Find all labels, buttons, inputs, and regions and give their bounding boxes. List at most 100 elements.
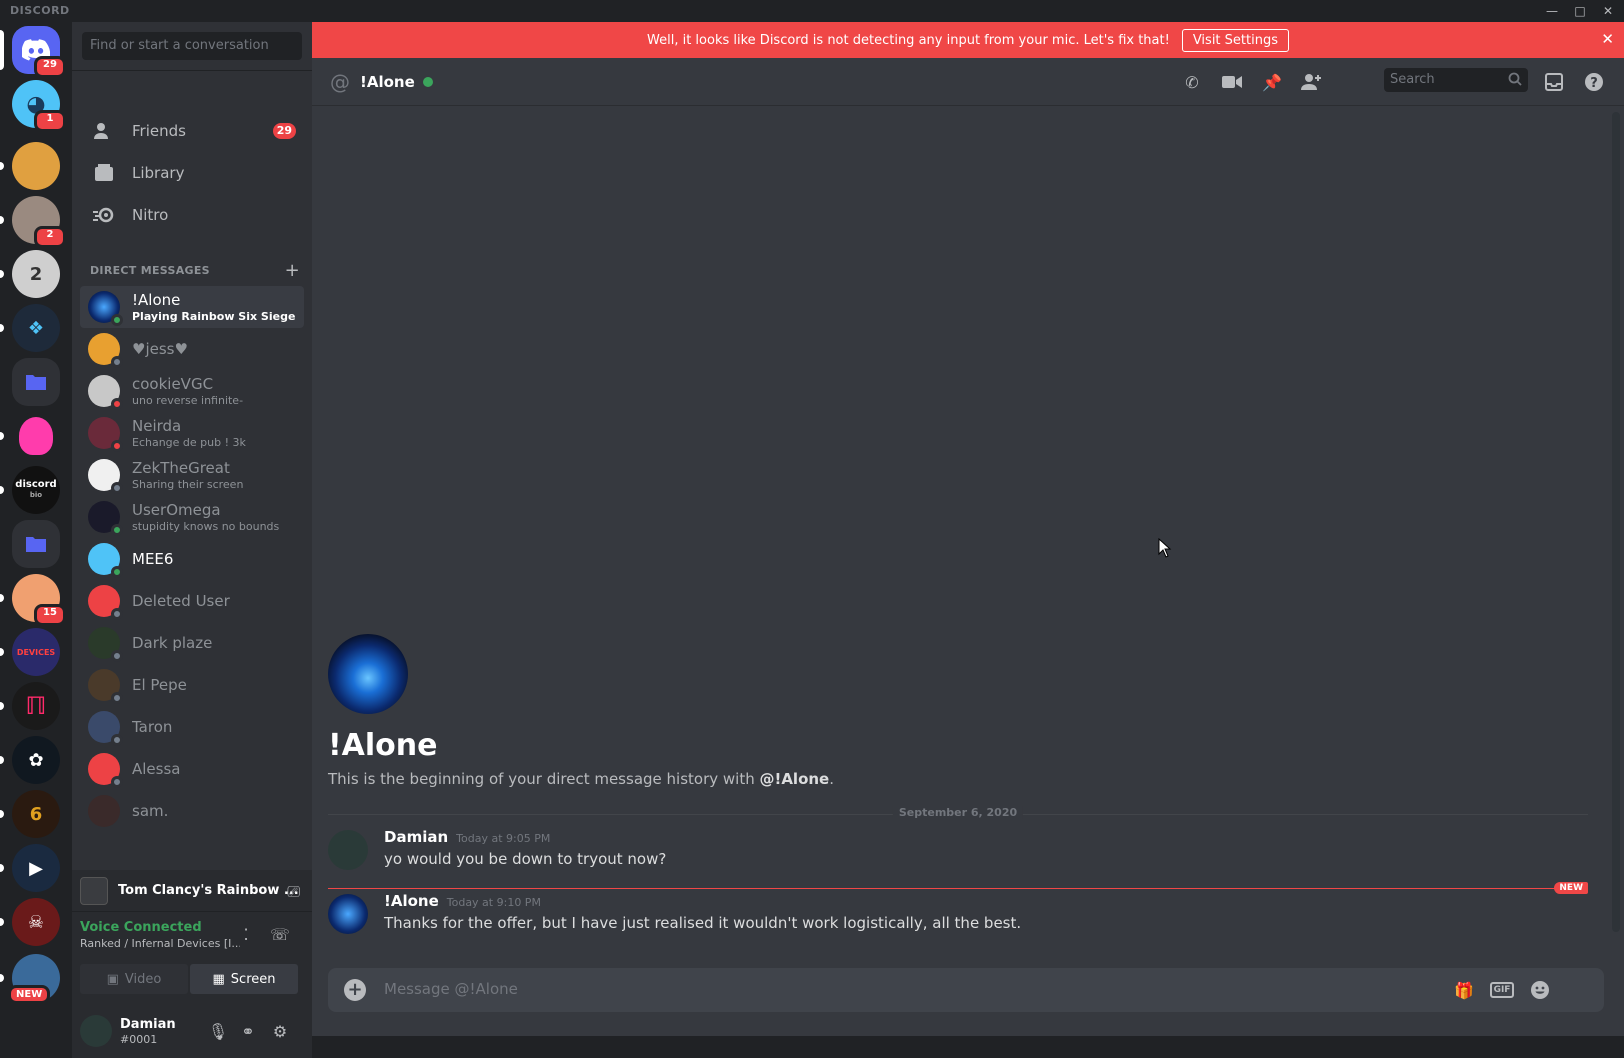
server-icon[interactable]: ✿ xyxy=(0,736,60,784)
voice-panel: Voice Connected Ranked / Infernal Device… xyxy=(72,912,312,1004)
title-bar: DISCORD — □ ✕ xyxy=(0,0,1624,22)
app-brand: DISCORD xyxy=(10,4,70,17)
dm-item[interactable]: MEE6 xyxy=(80,538,304,580)
dm-item[interactable]: cookieVGC uno reverse infinite- xyxy=(80,370,304,412)
dm-name: cookieVGC xyxy=(132,375,214,393)
dm-item[interactable]: Deleted User xyxy=(80,580,304,622)
message-text: yo would you be down to tryout now? xyxy=(384,850,667,868)
camera-icon: ▣ xyxy=(106,971,119,987)
new-badge: NEW xyxy=(8,985,51,1004)
nitro-icon xyxy=(92,203,116,227)
voice-call-icon[interactable]: ✆ xyxy=(1180,70,1204,94)
disconnect-icon[interactable]: ☏ xyxy=(266,920,294,948)
close-icon[interactable]: ✕ xyxy=(1594,2,1622,20)
avatar[interactable] xyxy=(328,894,368,934)
microphone-icon[interactable]: 🎙 xyxy=(204,1017,232,1045)
gift-icon[interactable]: 🎁 xyxy=(1452,978,1476,1002)
headphones-icon[interactable]: ⚭ xyxy=(234,1017,262,1045)
server-icon[interactable]: ☠ xyxy=(0,898,60,946)
server-icon[interactable]: 2 xyxy=(0,250,60,298)
dm-activity: Playing Rainbow Six Siege xyxy=(132,310,296,323)
server-icon[interactable]: NEW xyxy=(0,954,60,1004)
video-button[interactable]: ▣ Video xyxy=(80,964,188,994)
dm-item[interactable]: Taron xyxy=(80,706,304,748)
voice-channel[interactable]: Ranked / Infernal Devices [I... xyxy=(80,937,240,950)
status-online-icon xyxy=(111,566,123,578)
stream-icon[interactable]: ⎚ xyxy=(287,882,300,902)
close-notice-icon[interactable]: ✕ xyxy=(1601,30,1614,48)
folder-icon[interactable] xyxy=(12,358,60,406)
nav-friends[interactable]: Friends 29 xyxy=(80,110,304,152)
status-offline-icon xyxy=(111,776,123,788)
gif-icon[interactable]: GIF xyxy=(1489,978,1515,1002)
status-online-icon xyxy=(111,524,123,536)
server-icon-rainbow-six[interactable]: 6 xyxy=(0,790,60,838)
message-author[interactable]: Damian xyxy=(384,828,448,846)
avatar[interactable] xyxy=(80,1015,112,1047)
create-dm-icon[interactable]: + xyxy=(285,260,300,281)
status-dnd-icon xyxy=(111,440,123,452)
nav-library[interactable]: Library xyxy=(80,152,304,194)
dm-activity: stupidity knows no bounds xyxy=(132,520,280,533)
user-tag: #0001 xyxy=(120,1033,158,1046)
server-icon-discord-bio[interactable]: discord bio xyxy=(0,466,60,514)
avatar[interactable] xyxy=(328,830,368,870)
video-call-icon[interactable] xyxy=(1220,70,1244,94)
visit-settings-button[interactable]: Visit Settings xyxy=(1181,28,1289,52)
server-icon-mee6[interactable]: ◕ 1 xyxy=(12,80,66,132)
dm-item[interactable]: Neirda Echange de pub ! 3k xyxy=(80,412,304,454)
gear-icon[interactable]: ⚙ xyxy=(266,1017,294,1045)
voice-status: Voice Connected xyxy=(80,920,202,935)
mic-notice: Well, it looks like Discord is not detec… xyxy=(312,22,1624,58)
dm-item[interactable]: ZekTheGreat Sharing their screen xyxy=(80,454,304,496)
server-icon[interactable]: 2 xyxy=(0,196,66,248)
message-composer[interactable]: + Message @!Alone 🎁 GIF xyxy=(328,968,1604,1012)
server-icon-infernal-devices[interactable]: DEVICES xyxy=(0,628,60,676)
welcome-avatar xyxy=(328,634,408,714)
server-icon[interactable]: ❖ xyxy=(0,304,60,352)
server-icon[interactable]: 15 xyxy=(0,574,66,626)
svg-text:?: ? xyxy=(1590,76,1598,91)
direct-messages-header: DIRECT MESSAGES + xyxy=(90,260,300,281)
inbox-icon[interactable] xyxy=(1542,70,1566,94)
home-button[interactable]: 29 xyxy=(0,26,66,78)
dm-item[interactable]: sam. xyxy=(80,790,304,832)
dm-item[interactable]: Dark plaze xyxy=(80,622,304,664)
folder-icon[interactable] xyxy=(12,520,60,568)
add-friend-icon[interactable] xyxy=(1300,70,1324,94)
status-offline-icon xyxy=(111,608,123,620)
noise-suppression-icon[interactable]: ⁚ xyxy=(232,920,260,948)
dm-activity: Echange de pub ! 3k xyxy=(132,436,246,449)
find-conversation-input[interactable]: Find or start a conversation xyxy=(82,32,302,60)
pin-icon[interactable]: 📌 xyxy=(1260,70,1284,94)
at-icon: @ xyxy=(330,69,350,94)
dm-item[interactable]: Alessa xyxy=(80,748,304,790)
status-online-icon xyxy=(111,314,123,326)
nav-nitro[interactable]: Nitro xyxy=(80,194,304,236)
date-divider: September 6, 2020 xyxy=(328,806,1588,819)
dm-name: Neirda xyxy=(132,417,182,435)
screen-button[interactable]: ▦ Screen xyxy=(190,964,298,994)
maximize-icon[interactable]: □ xyxy=(1566,2,1594,20)
dm-item[interactable]: !Alone Playing Rainbow Six Siege xyxy=(80,286,304,328)
message-author[interactable]: !Alone xyxy=(384,892,439,910)
dm-name: UserOmega xyxy=(132,501,221,519)
dm-item[interactable]: UserOmega stupidity knows no bounds xyxy=(80,496,304,538)
dm-item[interactable]: ♥jess♥ xyxy=(80,328,304,370)
server-icon[interactable]: ℿ xyxy=(0,682,60,730)
avatar xyxy=(88,669,123,704)
dm-activity: uno reverse infinite- xyxy=(132,394,244,407)
help-icon[interactable]: ? xyxy=(1582,70,1606,94)
minimize-icon[interactable]: — xyxy=(1538,2,1566,20)
upload-plus-icon[interactable]: + xyxy=(344,979,366,1001)
server-icon[interactable]: ▶ xyxy=(0,844,60,892)
server-icon[interactable] xyxy=(0,142,60,190)
server-icon[interactable] xyxy=(0,412,60,460)
scrollbar[interactable] xyxy=(1612,112,1620,932)
status-offline-icon xyxy=(111,356,123,368)
search-input[interactable]: Search xyxy=(1384,68,1528,92)
emoji-icon[interactable] xyxy=(1528,978,1552,1002)
message-time: Today at 9:10 PM xyxy=(446,896,541,909)
message-input[interactable]: Message @!Alone xyxy=(384,980,518,998)
dm-item[interactable]: El Pepe xyxy=(80,664,304,706)
